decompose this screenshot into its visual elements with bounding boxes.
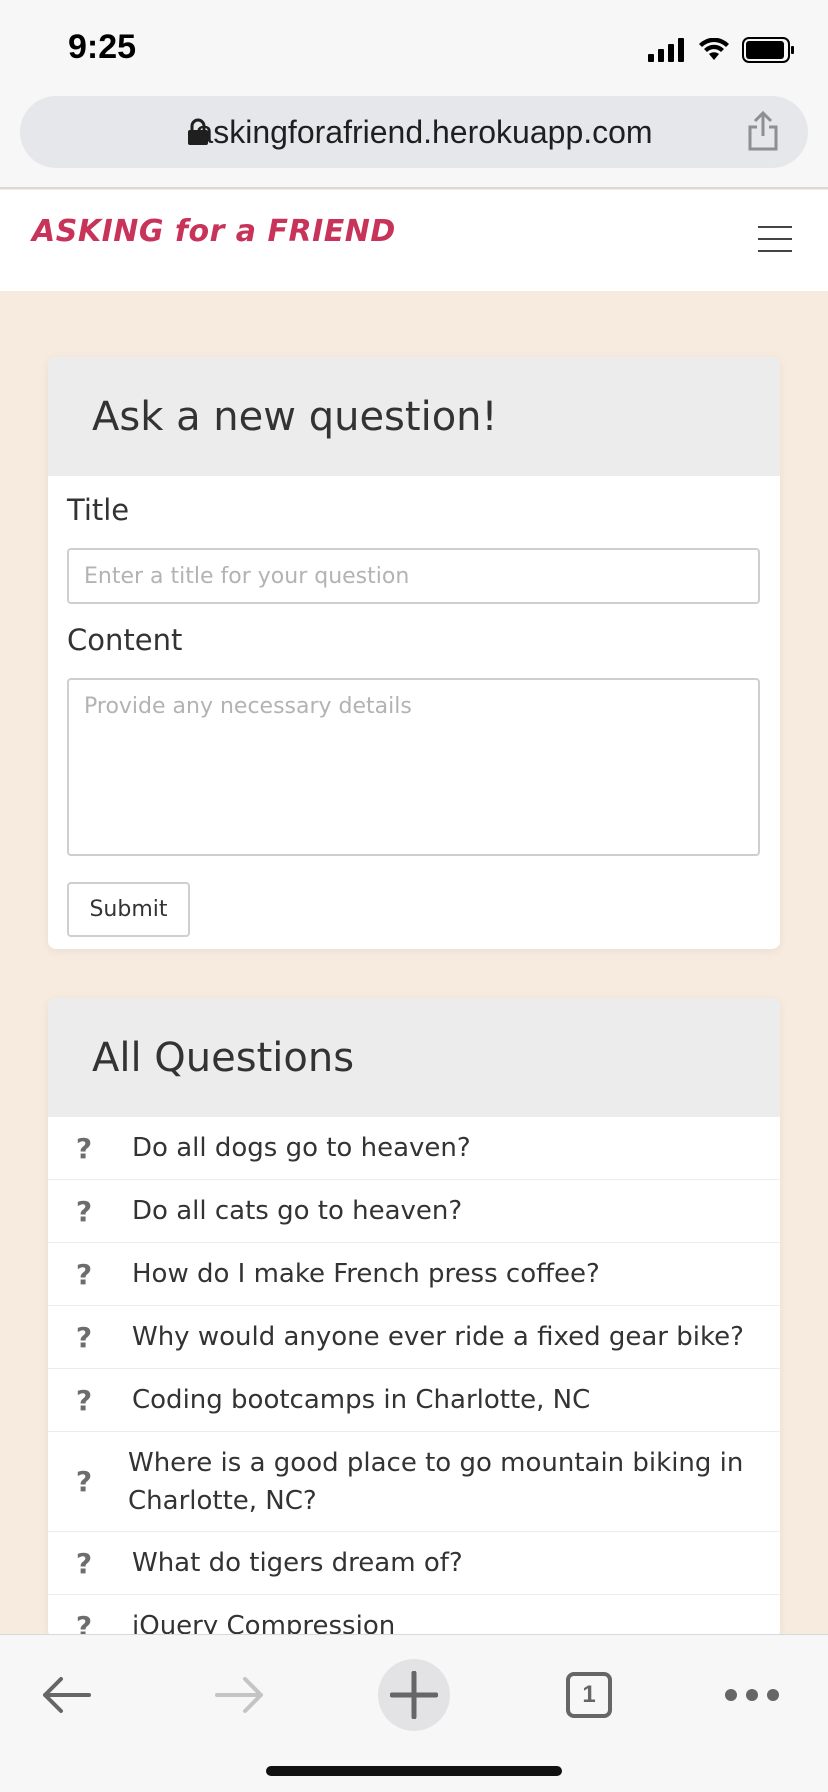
browser-top-bar: 9:25 askingforafriend.herokuapp.com — [0, 0, 828, 189]
home-indicator — [266, 1766, 562, 1776]
signal-icon — [648, 38, 684, 62]
question-mark-icon: ? — [75, 1194, 93, 1228]
question-mark-icon: ? — [75, 1257, 93, 1291]
content-label: Content — [67, 623, 183, 657]
question-mark-icon: ? — [75, 1320, 93, 1354]
question-item[interactable]: ? What do tigers dream of? — [48, 1532, 780, 1595]
forward-arrow-icon — [215, 1677, 263, 1713]
all-questions-card: All Questions ? Do all dogs go to heaven… — [48, 998, 780, 1638]
status-time: 9:25 — [68, 28, 137, 66]
share-icon[interactable] — [746, 110, 780, 152]
question-item[interactable]: ? Do all dogs go to heaven? — [48, 1117, 780, 1180]
question-mark-icon: ? — [75, 1131, 93, 1165]
menu-icon[interactable] — [758, 226, 792, 252]
status-bar: 9:25 — [0, 0, 828, 96]
back-button[interactable] — [36, 1659, 96, 1731]
address-bar[interactable]: askingforafriend.herokuapp.com — [20, 96, 808, 168]
new-question-heading: Ask a new question! — [92, 393, 498, 440]
new-tab-button[interactable] — [378, 1659, 450, 1731]
question-text[interactable]: Do all dogs go to heaven? — [132, 1129, 471, 1167]
wifi-icon — [699, 38, 729, 60]
question-item[interactable]: ? Coding bootcamps in Charlotte, NC — [48, 1369, 780, 1432]
new-question-header: Ask a new question! — [48, 357, 780, 476]
question-mark-icon: ? — [75, 1465, 93, 1498]
new-question-card: Ask a new question! Title Content Submit — [48, 357, 780, 949]
question-list: ? Do all dogs go to heaven? ? Do all cat… — [48, 1117, 780, 1638]
title-label: Title — [67, 493, 130, 527]
question-text[interactable]: Do all cats go to heaven? — [132, 1192, 462, 1230]
more-dots-icon — [725, 1689, 779, 1701]
question-item[interactable]: ? Where is a good place to go mountain b… — [48, 1432, 780, 1532]
back-arrow-icon — [43, 1677, 91, 1713]
question-text[interactable]: Where is a good place to go mountain bik… — [128, 1444, 764, 1520]
question-item[interactable]: ? Do all cats go to heaven? — [48, 1180, 780, 1243]
app-header: ASKING for a FRIEND — [0, 190, 828, 291]
tabs-button[interactable]: 1 — [564, 1659, 614, 1731]
tab-count: 1 — [582, 1681, 596, 1708]
plus-icon — [390, 1671, 438, 1719]
app-logo[interactable]: ASKING for a FRIEND — [32, 214, 396, 249]
content-textarea[interactable] — [67, 678, 760, 856]
forward-button[interactable] — [210, 1659, 270, 1731]
question-item[interactable]: ? jQuery Compression — [48, 1595, 780, 1639]
battery-icon — [742, 37, 794, 63]
question-item[interactable]: ? Why would anyone ever ride a fixed gea… — [48, 1306, 780, 1369]
tab-count-icon: 1 — [566, 1672, 612, 1718]
question-text[interactable]: Why would anyone ever ride a fixed gear … — [132, 1318, 744, 1356]
all-questions-header: All Questions — [48, 998, 780, 1117]
question-text[interactable]: Coding bootcamps in Charlotte, NC — [132, 1381, 590, 1419]
status-icons — [648, 36, 796, 64]
question-text[interactable]: How do I make French press coffee? — [132, 1255, 600, 1293]
title-input[interactable] — [67, 548, 760, 604]
more-button[interactable] — [722, 1659, 782, 1731]
question-mark-icon: ? — [75, 1383, 93, 1417]
all-questions-heading: All Questions — [92, 1034, 355, 1081]
submit-button[interactable]: Submit — [67, 882, 190, 937]
url-text[interactable]: askingforafriend.herokuapp.com — [20, 96, 808, 168]
question-text[interactable]: What do tigers dream of? — [132, 1544, 463, 1582]
question-item[interactable]: ? How do I make French press coffee? — [48, 1243, 780, 1306]
question-mark-icon: ? — [75, 1546, 93, 1580]
